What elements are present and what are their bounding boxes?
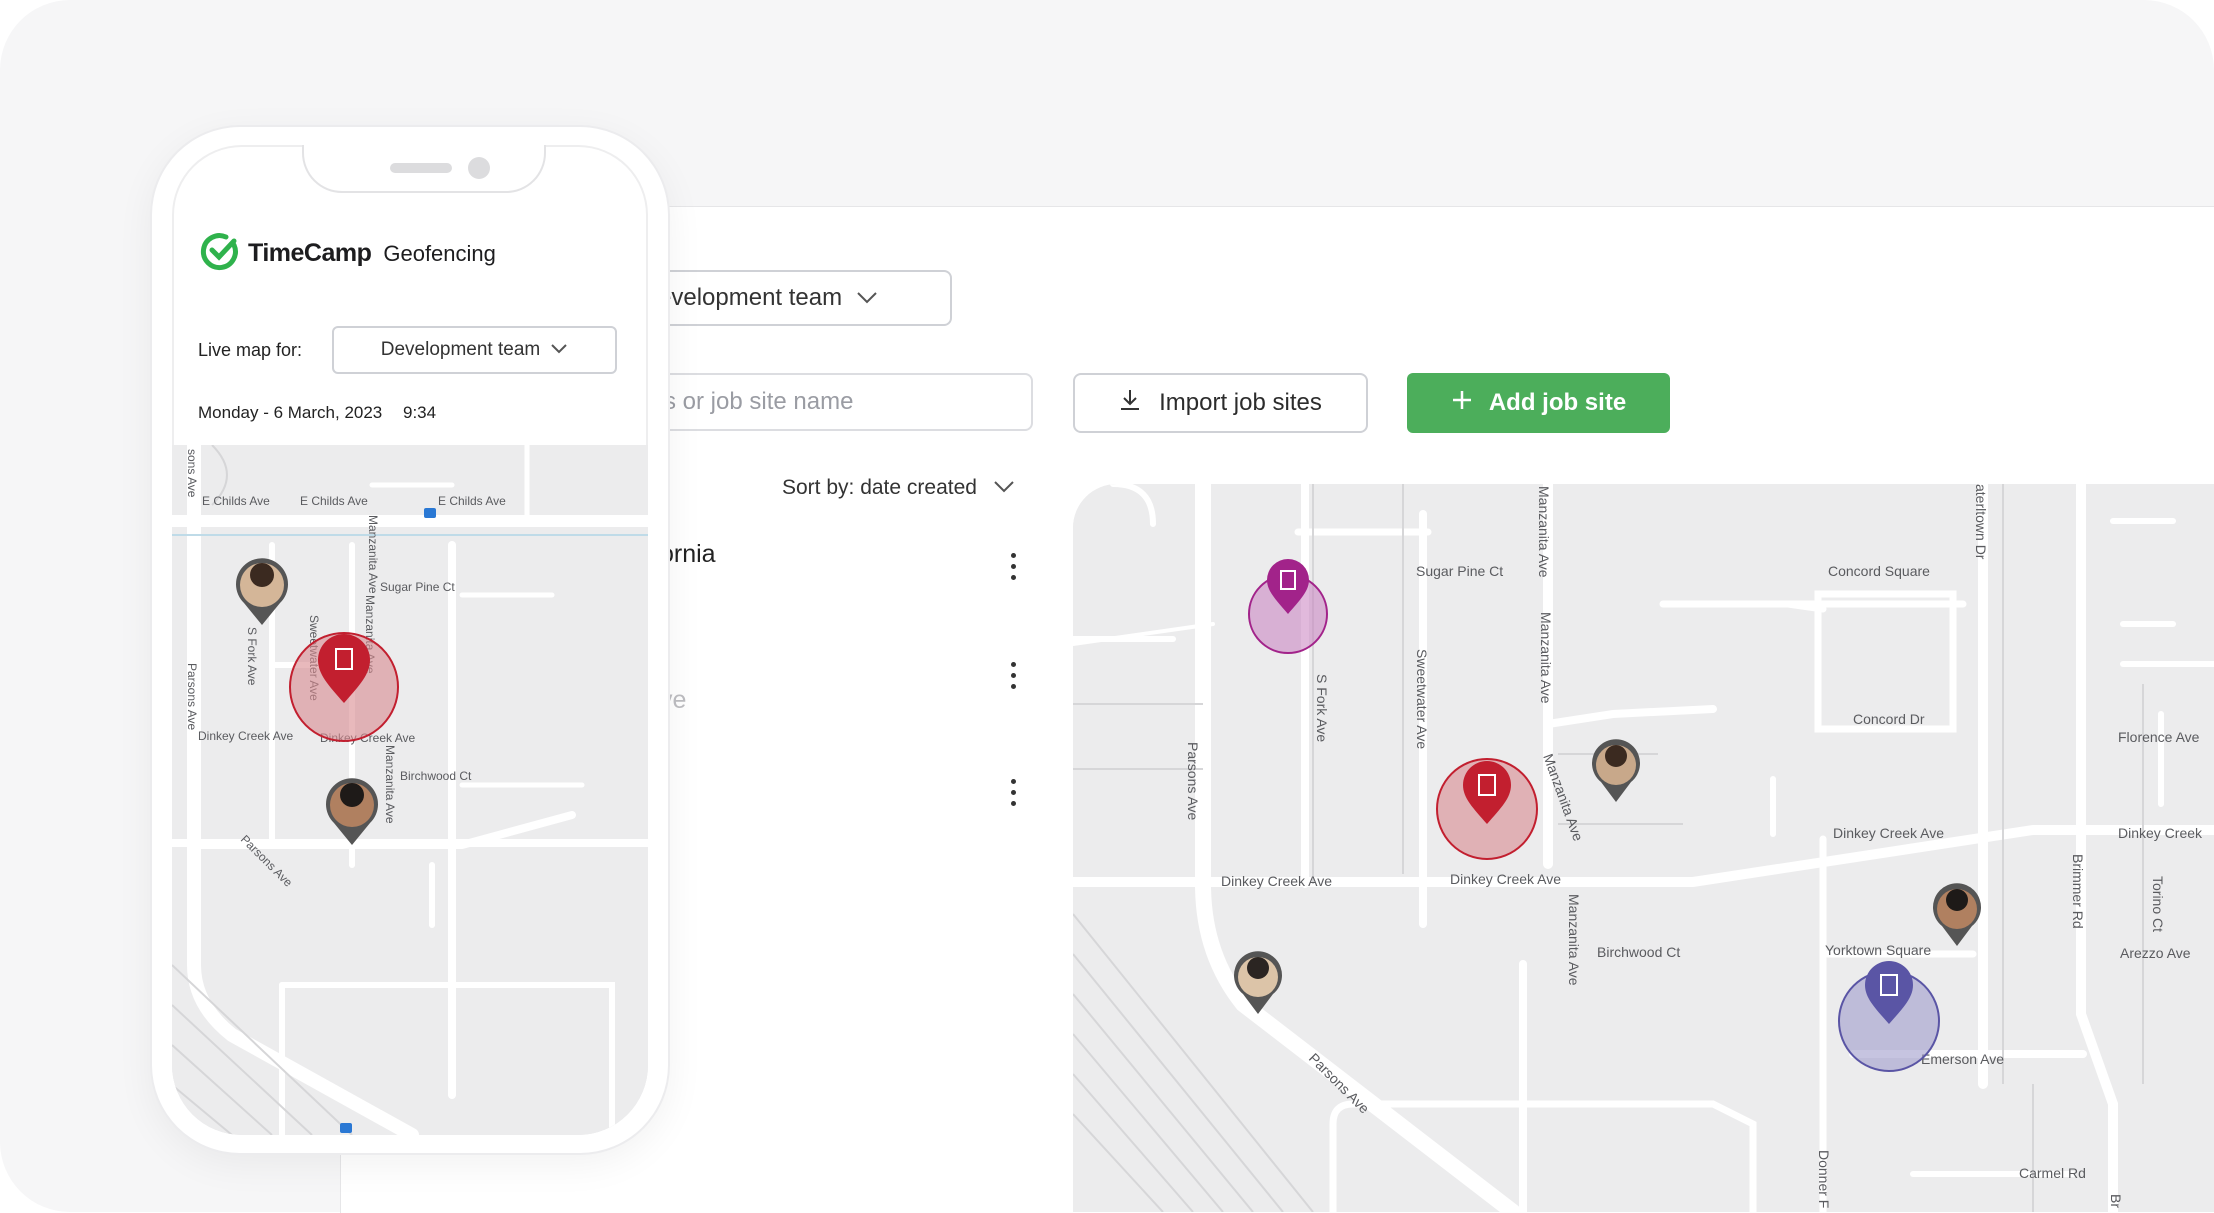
street-label: Concord Dr [1853, 711, 1925, 727]
street-label: E Childs Ave [300, 494, 368, 508]
add-job-site-button[interactable]: Add job site [1407, 373, 1670, 433]
add-button-label: Add job site [1488, 389, 1627, 416]
street-label: Manzanita Ave [1566, 894, 1582, 986]
street-label: Emerson Ave [1921, 1051, 2004, 1067]
phone-live-map[interactable]: E Childs Ave E Childs Ave E Childs Ave M… [172, 445, 648, 1135]
street-label: Dinkey Creek [2118, 825, 2203, 841]
brand: TimeCamp Geofencing [200, 231, 496, 276]
street-label: E Childs Ave [438, 494, 506, 508]
team-select-label: evelopment team [658, 284, 843, 311]
street-label: Concord Square [1828, 563, 1930, 579]
phone-mockup: TimeCamp Geofencing Live map for: Develo… [152, 127, 668, 1153]
phone-screen: TimeCamp Geofencing Live map for: Develo… [172, 145, 648, 1135]
more-options-icon[interactable] [1008, 779, 1018, 813]
street-label: Birchwood Ct [1597, 944, 1680, 960]
street-label: aterltown Dr [1973, 484, 1989, 560]
street-label: Dinkey Creek Ave [198, 729, 293, 743]
import-button-label: Import job sites [1159, 389, 1322, 416]
street-label: Sweetwater Ave [1414, 649, 1430, 749]
street-label: S Fork Ave [245, 627, 259, 686]
street-label: Florence Ave [2118, 729, 2200, 745]
street-label: Manzanita Ave [366, 515, 380, 594]
sort-dropdown[interactable]: Sort by: date created [782, 476, 1015, 500]
phone-notch [302, 145, 546, 193]
street-label: Dinkey Creek Ave [1221, 873, 1332, 889]
street-label: Torino Ct [2150, 876, 2166, 932]
street-label: E Childs Ave [202, 494, 270, 508]
street-label: Donner F [1816, 1150, 1832, 1208]
plus-icon [1451, 389, 1473, 418]
street-label: Sugar Pine Ct [1416, 563, 1503, 579]
street-label: Sugar Pine Ct [380, 580, 455, 594]
bus-stop-icon [340, 1123, 352, 1133]
date-row: Monday - 6 March, 2023 9:34 [198, 403, 452, 423]
job-site-item[interactable]: ornia [660, 540, 716, 569]
brand-name: TimeCamp [248, 239, 372, 267]
date-text: Monday - 6 March, 2023 [198, 403, 383, 422]
import-job-sites-button[interactable]: Import job sites [1073, 373, 1368, 433]
live-map[interactable]: Sugar Pine Ct Concord Square Concord Dr … [1073, 484, 2214, 1212]
download-icon [1119, 388, 1141, 419]
street-label: Dinkey Creek Ave [1450, 871, 1561, 887]
street-label: sons Ave [185, 449, 199, 498]
brand-subtitle: Geofencing [383, 240, 496, 266]
job-site-zone-red[interactable] [1436, 758, 1538, 860]
street-label: Carmel Rd [2019, 1165, 2086, 1181]
more-options-icon[interactable] [1008, 662, 1018, 696]
phone-team-select[interactable]: Development team [332, 326, 617, 374]
street-label: Manzanita Ave [383, 745, 397, 824]
street-label: Arezzo Ave [2120, 945, 2191, 961]
bus-stop-icon [424, 508, 436, 518]
street-label: S Fork Ave [1314, 674, 1330, 742]
street-label: Parsons Ave [185, 663, 199, 730]
job-site-zone-red[interactable] [289, 632, 399, 742]
chevron-down-icon [856, 284, 878, 312]
live-map-label: Live map for: [198, 340, 303, 360]
more-options-icon[interactable] [1008, 553, 1018, 587]
street-label: Dinkey Creek Ave [1833, 825, 1944, 841]
time-text: 9:34 [403, 403, 437, 422]
street-label: Brimmer Rd [2070, 854, 2086, 929]
phone-team-select-label: Development team [380, 339, 541, 360]
street-label: Parsons Ave [1185, 742, 1201, 821]
chevron-down-icon [993, 476, 1015, 500]
street-label: Manzanita Ave [1536, 486, 1552, 578]
street-label: Manzanita Ave [1538, 612, 1554, 704]
street-label: Br [2108, 1194, 2124, 1208]
sort-label: Sort by: date created [782, 476, 977, 499]
search-placeholder: s or job site name [664, 388, 854, 415]
chevron-down-icon [550, 339, 568, 361]
timecamp-logo-icon [200, 231, 240, 276]
street-label: Birchwood Ct [400, 769, 472, 783]
street-label: Yorktown Square [1825, 942, 1931, 958]
